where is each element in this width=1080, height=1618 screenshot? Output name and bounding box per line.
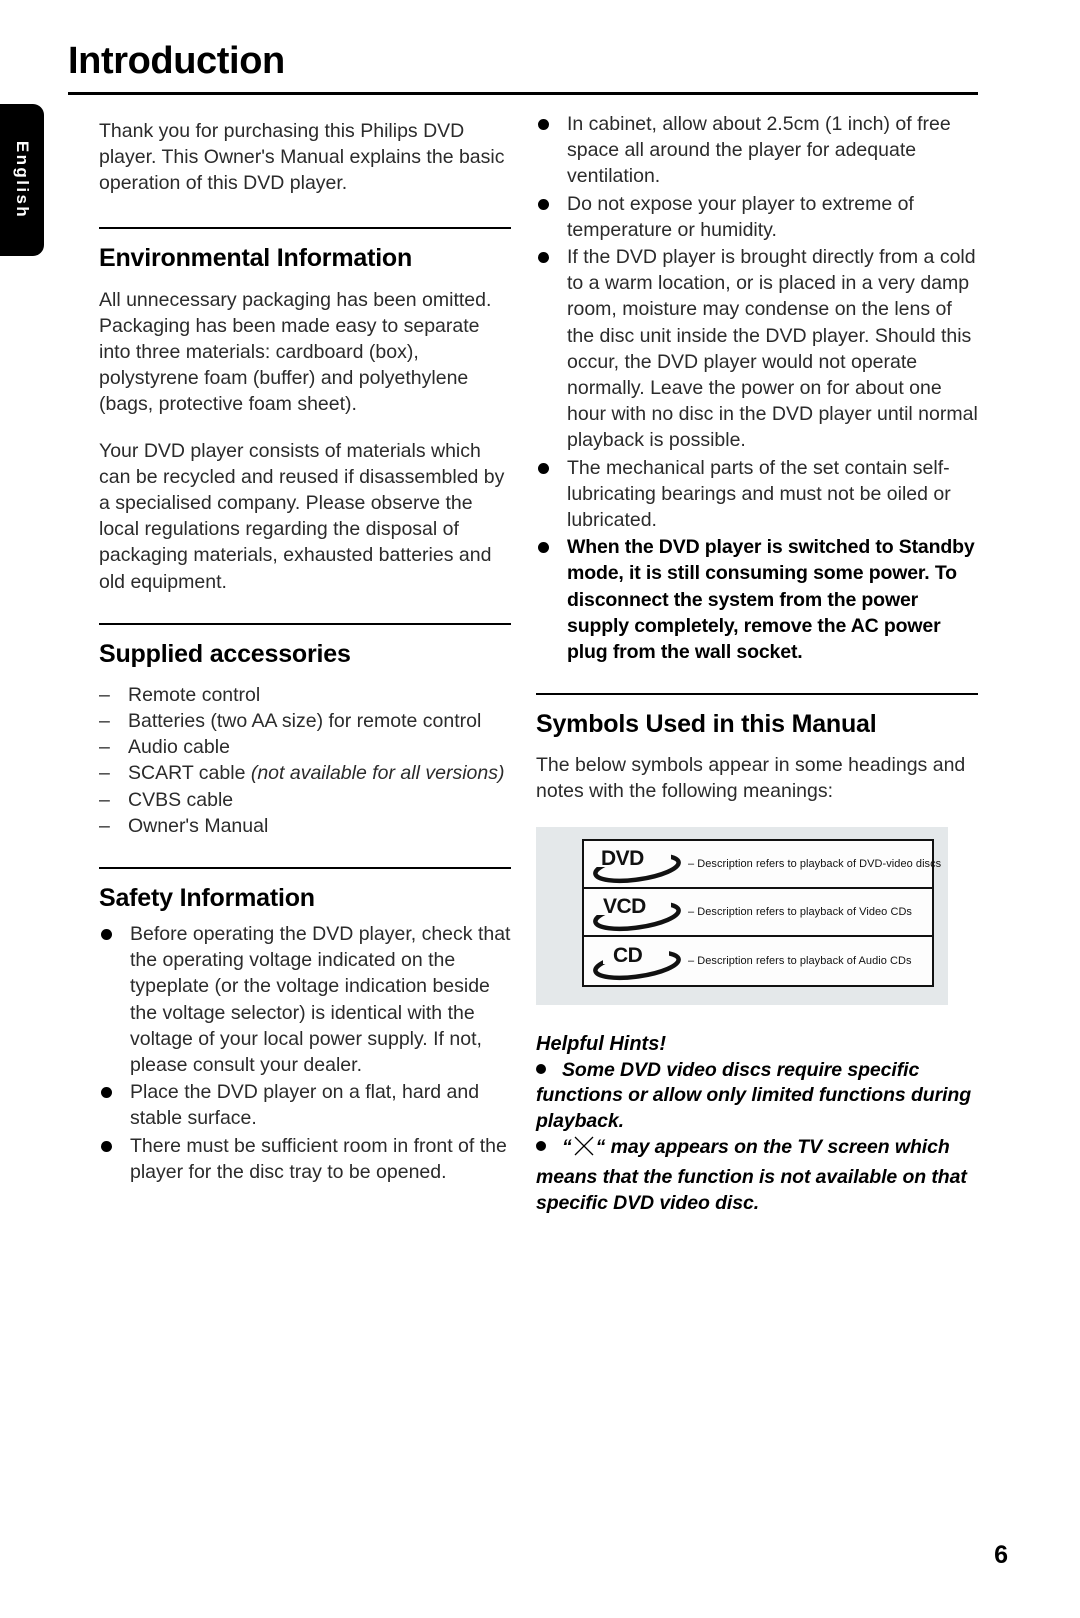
cross-x-icon	[573, 1135, 595, 1165]
list-item-label: Do not expose your player to extreme of …	[567, 192, 914, 241]
section-heading: Environmental Information	[99, 243, 413, 272]
table-row: VCD – Description refers to playback of …	[584, 889, 932, 937]
list-item: When the DVD player is switched to Stand…	[536, 534, 978, 665]
dash-marker: –	[99, 814, 110, 837]
list-item-label: When the DVD player is switched to Stand…	[567, 536, 975, 664]
list-item: – SCART cable (not available for all vers…	[99, 760, 511, 786]
bullet-icon	[538, 119, 549, 130]
intro-paragraph: Thank you for purchasing this Philips DV…	[99, 120, 505, 195]
bullet-icon	[538, 542, 549, 554]
table-cell-description: – Description refers to playback of Audi…	[688, 954, 912, 967]
section-heading: Supplied accessories	[99, 639, 351, 668]
dash-marker: –	[99, 788, 110, 811]
table-row: DVD – Description refers to playback of …	[584, 841, 941, 889]
helpful-hints-list: Some DVD video discs require specific fu…	[536, 1058, 978, 1217]
list-item-label: SCART cable	[128, 762, 251, 785]
list-item: There must be sufficient room in front o…	[99, 1133, 511, 1185]
list-item-label: If the DVD player is brought directly fr…	[567, 246, 978, 452]
bullet-icon	[101, 1087, 112, 1099]
dash-marker: –	[99, 710, 110, 733]
dash-marker: –	[99, 762, 110, 785]
dvd-disc-logo-icon: DVD	[584, 844, 688, 884]
list-item-label: CVBS cable	[128, 788, 234, 811]
table-row: CD – Description refers to playback of A…	[584, 937, 932, 985]
list-item-label: There must be sufficient room in front o…	[130, 1134, 507, 1183]
list-item: Do not expose your player to extreme of …	[536, 191, 978, 243]
safety-list-right: In cabinet, allow about 2.5cm (1 inch) o…	[536, 111, 978, 665]
list-item: Before operating the DVD player, check t…	[99, 921, 511, 1078]
bullet-icon	[101, 929, 112, 941]
bullet-icon	[538, 252, 549, 264]
svg-text:CD: CD	[613, 944, 643, 967]
list-item-label: “ may appears on the TV screen which mea…	[536, 1136, 967, 1214]
list-item-label: Audio cable	[128, 736, 230, 759]
bullet-icon	[538, 462, 549, 474]
bullet-icon	[536, 1063, 546, 1074]
list-item-note: (not available for all versions)	[250, 762, 505, 785]
helpful-hints-block: Helpful Hints! Some DVD video discs requ…	[536, 1033, 978, 1217]
dash-marker: –	[99, 683, 110, 706]
list-item: The mechanical parts of the set contain …	[536, 455, 978, 534]
bullet-icon	[101, 1140, 112, 1152]
list-item: – Remote control	[99, 682, 511, 708]
list-item-label: The mechanical parts of the set contain …	[567, 456, 951, 532]
bullet-icon	[536, 1141, 546, 1152]
language-tab-english: English	[0, 104, 44, 256]
list-item: Some DVD video discs require specific fu…	[536, 1058, 978, 1135]
helpful-hints-title: Helpful Hints!	[536, 1032, 666, 1055]
list-item-label: Remote control	[128, 683, 261, 706]
quote-open: “	[562, 1136, 572, 1159]
list-item-label: In cabinet, allow about 2.5cm (1 inch) o…	[567, 113, 951, 188]
svg-text:DVD: DVD	[601, 847, 644, 870]
title-divider	[68, 92, 978, 95]
left-column: Thank you for purchasing this Philips DV…	[99, 118, 511, 1185]
symbols-panel: DVD – Description refers to playback of …	[536, 826, 948, 1005]
list-item: In cabinet, allow about 2.5cm (1 inch) o…	[536, 111, 978, 190]
section-supplied-accessories: Supplied accessories – Remote control – Ba…	[99, 622, 511, 839]
page-title: Introduction	[68, 40, 285, 82]
symbols-table: DVD – Description refers to playback of …	[582, 838, 941, 987]
list-item: – Owner's Manual	[99, 813, 511, 839]
symbols-intro: The below symbols appear in some heading…	[536, 754, 966, 803]
right-column: In cabinet, allow about 2.5cm (1 inch) o…	[536, 110, 978, 1216]
table-cell-description: – Description refers to playback of DVD-…	[688, 857, 942, 870]
svg-text:VCD: VCD	[603, 895, 646, 918]
list-item: – Batteries (two AA size) for remote cont…	[99, 708, 511, 734]
list-item: If the DVD player is brought directly fr…	[536, 244, 978, 454]
paragraph: Your DVD player consists of materials wh…	[99, 439, 505, 593]
list-item-label: Place the DVD player on a flat, hard and…	[130, 1081, 480, 1130]
page-number: 6	[994, 1541, 1008, 1569]
manual-page: English Introduction Thank you for purch…	[0, 0, 1080, 1618]
list-item: – CVBS cable	[99, 787, 511, 813]
section-safety-information: Safety Information Before operating the …	[99, 867, 511, 1185]
section-environmental-information: Environmental Information All unnecessar…	[99, 226, 511, 595]
language-tab-label: English	[13, 140, 32, 220]
vcd-disc-logo-icon: VCD	[584, 892, 688, 932]
section-heading: Symbols Used in this Manual	[536, 710, 877, 739]
safety-list-left: Before operating the DVD player, check t…	[99, 921, 511, 1185]
section-heading: Safety Information	[99, 884, 315, 913]
list-item: Place the DVD player on a flat, hard and…	[99, 1079, 511, 1131]
cd-disc-logo-icon: CD	[584, 941, 688, 981]
list-item-label: Owner's Manual	[128, 814, 269, 837]
list-item-label: Before operating the DVD player, check t…	[130, 923, 511, 1077]
dash-marker: –	[99, 736, 110, 759]
list-item: ““ may appears on the TV screen which me…	[536, 1135, 978, 1216]
list-item: – Audio cable	[99, 734, 511, 760]
paragraph: All unnecessary packaging has been omitt…	[99, 288, 492, 416]
bullet-icon	[538, 198, 549, 210]
list-item-label: Some DVD video discs require specific fu…	[536, 1058, 972, 1132]
accessories-list: – Remote control – Batteries (two AA size)…	[99, 682, 511, 839]
table-cell-description: – Description refers to playback of Vide…	[688, 905, 912, 918]
list-item-label: Batteries (two AA size) for remote contr…	[128, 710, 482, 733]
section-symbols-used: Symbols Used in this Manual The below sy…	[536, 693, 978, 1005]
